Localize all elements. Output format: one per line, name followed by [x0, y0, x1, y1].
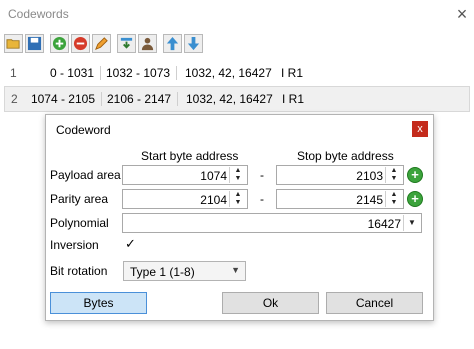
parity-area-label: Parity area	[50, 192, 109, 206]
add-button[interactable]	[50, 34, 69, 53]
polynomial-label: Polynomial	[50, 216, 109, 230]
bytes-button[interactable]: Bytes	[50, 292, 147, 314]
window-close-button[interactable]: ×	[452, 4, 472, 24]
inversion-checkbox[interactable]: ✓	[125, 237, 139, 251]
row-payload: 1074 - 2105	[27, 92, 102, 106]
polynomial-combo[interactable]: 16427 ▼	[122, 213, 422, 233]
user-icon	[141, 37, 154, 51]
start-address-header: Start byte address	[141, 149, 239, 163]
inversion-label: Inversion	[50, 238, 99, 252]
add-icon[interactable]: +	[407, 191, 423, 207]
payload-stop-value: 2103	[356, 169, 383, 183]
move-down-icon	[187, 36, 200, 51]
list-item[interactable]: 1 0 - 1031 1032 - 1073 1032, 42, 16427 I…	[4, 60, 470, 86]
move-down-button[interactable]	[184, 34, 203, 53]
parity-start-value: 2104	[200, 193, 227, 207]
spinner-arrows-icon[interactable]: ▲ ▼	[229, 191, 246, 207]
row-index: 1	[10, 66, 17, 80]
add-icon[interactable]: +	[407, 167, 423, 183]
user-button[interactable]	[138, 34, 157, 53]
payload-area-label: Payload area	[50, 168, 121, 182]
codeword-list: 1 0 - 1031 1032 - 1073 1032, 42, 16427 I…	[4, 60, 470, 112]
payload-stop-input[interactable]: 2103 ▲ ▼	[276, 165, 404, 185]
range-dash: -	[260, 168, 264, 182]
list-item[interactable]: 2 1074 - 2105 2106 - 2147 1032, 42, 1642…	[4, 86, 470, 112]
codeword-dialog: Codeword x Start byte address Stop byte …	[45, 114, 434, 321]
parity-stop-value: 2145	[356, 193, 383, 207]
bit-rotation-label: Bit rotation	[50, 264, 108, 278]
parity-start-input[interactable]: 2104 ▲ ▼	[122, 189, 248, 209]
row-polynomial: 1032, 42, 16427	[186, 92, 273, 106]
window-titlebar: Codewords ×	[0, 0, 474, 30]
polynomial-value: 16427	[367, 217, 401, 231]
parity-stop-input[interactable]: 2145 ▲ ▼	[276, 189, 404, 209]
dialog-title: Codeword	[56, 123, 111, 137]
range-dash: -	[260, 192, 264, 206]
bit-rotation-value: Type 1 (1-8)	[130, 265, 195, 279]
open-folder-button[interactable]	[4, 34, 23, 53]
row-payload: 0 - 1031	[26, 66, 101, 80]
row-parity: 1032 - 1073	[101, 66, 177, 80]
row-index: 2	[11, 92, 18, 106]
dialog-close-button[interactable]: x	[412, 121, 428, 137]
edit-icon	[95, 37, 108, 50]
payload-start-value: 1074	[200, 169, 227, 183]
chevron-down-icon[interactable]: ▼	[403, 215, 420, 231]
remove-button[interactable]	[71, 34, 90, 53]
import-button[interactable]	[117, 34, 136, 53]
add-icon	[52, 36, 67, 51]
row-flags: I R1	[282, 92, 305, 106]
stop-address-header: Stop byte address	[297, 149, 394, 163]
toolbar	[4, 34, 203, 54]
payload-start-input[interactable]: 1074 ▲ ▼	[122, 165, 248, 185]
move-up-button[interactable]	[163, 34, 182, 53]
row-parity: 2106 - 2147	[102, 92, 178, 106]
row-flags: I R1	[281, 66, 304, 80]
spinner-arrows-icon[interactable]: ▲ ▼	[229, 167, 246, 183]
spinner-arrows-icon[interactable]: ▲ ▼	[385, 167, 402, 183]
chevron-down-icon: ▼	[231, 265, 240, 275]
save-button[interactable]	[25, 34, 44, 53]
save-icon	[27, 36, 42, 51]
window-title: Codewords	[8, 7, 69, 21]
edit-button[interactable]	[92, 34, 111, 53]
import-icon	[120, 37, 133, 49]
bit-rotation-select[interactable]: Type 1 (1-8) ▼	[123, 261, 246, 281]
open-folder-icon	[6, 39, 20, 49]
move-up-icon	[166, 36, 179, 51]
ok-button[interactable]: Ok	[222, 292, 319, 314]
spinner-arrows-icon[interactable]: ▲ ▼	[385, 191, 402, 207]
cancel-button[interactable]: Cancel	[326, 292, 423, 314]
row-polynomial: 1032, 42, 16427	[185, 66, 272, 80]
remove-icon	[73, 36, 88, 51]
